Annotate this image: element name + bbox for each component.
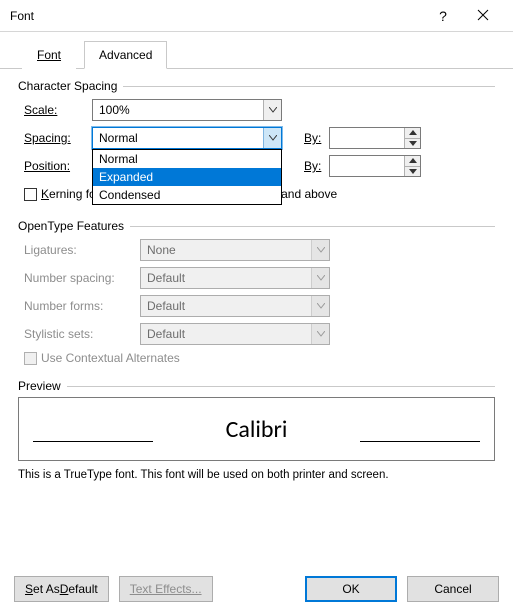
chevron-down-icon xyxy=(409,141,417,146)
chevron-down-icon xyxy=(317,247,325,253)
titlebar: Font ? xyxy=(0,0,513,32)
tab-advanced[interactable]: Advanced xyxy=(84,41,167,69)
chevron-down-icon xyxy=(409,169,417,174)
spacing-by-up[interactable] xyxy=(405,128,420,139)
character-spacing-group: Character Spacing Scale: 100% Spacing: N… xyxy=(18,79,495,205)
position-by-label: By: xyxy=(304,159,321,173)
number-forms-dropdown-button xyxy=(311,296,329,316)
preview-box: Calibri xyxy=(18,397,495,461)
text-effects-button: Text Effects... xyxy=(119,576,213,602)
position-by-input[interactable] xyxy=(330,156,404,176)
chevron-up-icon xyxy=(409,158,417,163)
dialog-title: Font xyxy=(10,9,425,23)
button-row: Set As Default Text Effects... OK Cancel xyxy=(0,576,513,602)
number-spacing-dropdown-button xyxy=(311,268,329,288)
character-spacing-title: Character Spacing xyxy=(18,79,495,93)
ligatures-value: None xyxy=(141,240,311,260)
spacing-by-input[interactable] xyxy=(330,128,404,148)
content-area: Character Spacing Scale: 100% Spacing: N… xyxy=(0,69,513,481)
contextual-alternates-checkbox xyxy=(24,352,37,365)
cancel-button[interactable]: Cancel xyxy=(407,576,499,602)
preview-info: This is a TrueType font. This font will … xyxy=(18,469,495,481)
stylistic-sets-value: Default xyxy=(141,324,311,344)
ligatures-dropdown-button xyxy=(311,240,329,260)
set-as-default-button[interactable]: Set As Default xyxy=(14,576,109,602)
number-spacing-label: Number spacing: xyxy=(24,271,132,285)
number-spacing-value: Default xyxy=(141,268,311,288)
chevron-up-icon xyxy=(409,130,417,135)
preview-group: Preview Calibri This is a TrueType font.… xyxy=(18,379,495,481)
number-forms-combobox: Default xyxy=(140,295,330,317)
close-button[interactable] xyxy=(461,8,505,24)
position-by-up[interactable] xyxy=(405,156,420,167)
close-icon xyxy=(477,9,489,21)
chevron-down-icon xyxy=(317,275,325,281)
chevron-down-icon xyxy=(269,135,277,141)
number-forms-value: Default xyxy=(141,296,311,316)
tab-font[interactable]: Font xyxy=(22,41,76,69)
contextual-alternates-label: Use Contextual Alternates xyxy=(41,351,180,365)
ligatures-label: Ligatures: xyxy=(24,243,132,257)
chevron-down-icon xyxy=(269,107,277,113)
kerning-checkbox[interactable] xyxy=(24,188,37,201)
preview-font-name: Calibri xyxy=(226,415,288,444)
position-label: Position: xyxy=(24,159,84,173)
opentype-group: OpenType Features Ligatures: None Number… xyxy=(18,219,495,365)
preview-underline-right xyxy=(360,441,480,442)
stylistic-sets-dropdown-button xyxy=(311,324,329,344)
opentype-title: OpenType Features xyxy=(18,219,495,233)
spacing-by-spinner[interactable] xyxy=(329,127,421,149)
stylistic-sets-combobox: Default xyxy=(140,323,330,345)
help-button[interactable]: ? xyxy=(425,8,461,24)
scale-dropdown-button[interactable] xyxy=(263,100,281,120)
spacing-dropdown-list: Normal Expanded Condensed xyxy=(92,149,282,205)
stylistic-sets-label: Stylistic sets: xyxy=(24,327,132,341)
scale-combobox[interactable]: 100% xyxy=(92,99,282,121)
spacing-by-down[interactable] xyxy=(405,139,420,149)
ligatures-combobox: None xyxy=(140,239,330,261)
scale-value: 100% xyxy=(93,100,263,120)
spacing-option-normal[interactable]: Normal xyxy=(93,150,281,168)
number-forms-label: Number forms: xyxy=(24,299,132,313)
preview-title: Preview xyxy=(18,379,495,393)
spacing-by-label: By: xyxy=(304,131,321,145)
position-by-down[interactable] xyxy=(405,167,420,177)
position-by-spinner[interactable] xyxy=(329,155,421,177)
spacing-label: Spacing: xyxy=(24,131,84,145)
spacing-option-condensed[interactable]: Condensed xyxy=(93,186,281,204)
chevron-down-icon xyxy=(317,303,325,309)
spacing-option-expanded[interactable]: Expanded xyxy=(93,168,281,186)
spacing-value: Normal xyxy=(93,128,263,148)
spacing-combobox[interactable]: Normal Normal Expanded Condensed xyxy=(92,127,282,149)
preview-underline-left xyxy=(33,441,153,442)
scale-label: Scale: xyxy=(24,103,84,117)
ok-button[interactable]: OK xyxy=(305,576,397,602)
tabstrip: Font Advanced xyxy=(0,32,513,69)
number-spacing-combobox: Default xyxy=(140,267,330,289)
chevron-down-icon xyxy=(317,331,325,337)
spacing-dropdown-button[interactable] xyxy=(263,128,281,148)
